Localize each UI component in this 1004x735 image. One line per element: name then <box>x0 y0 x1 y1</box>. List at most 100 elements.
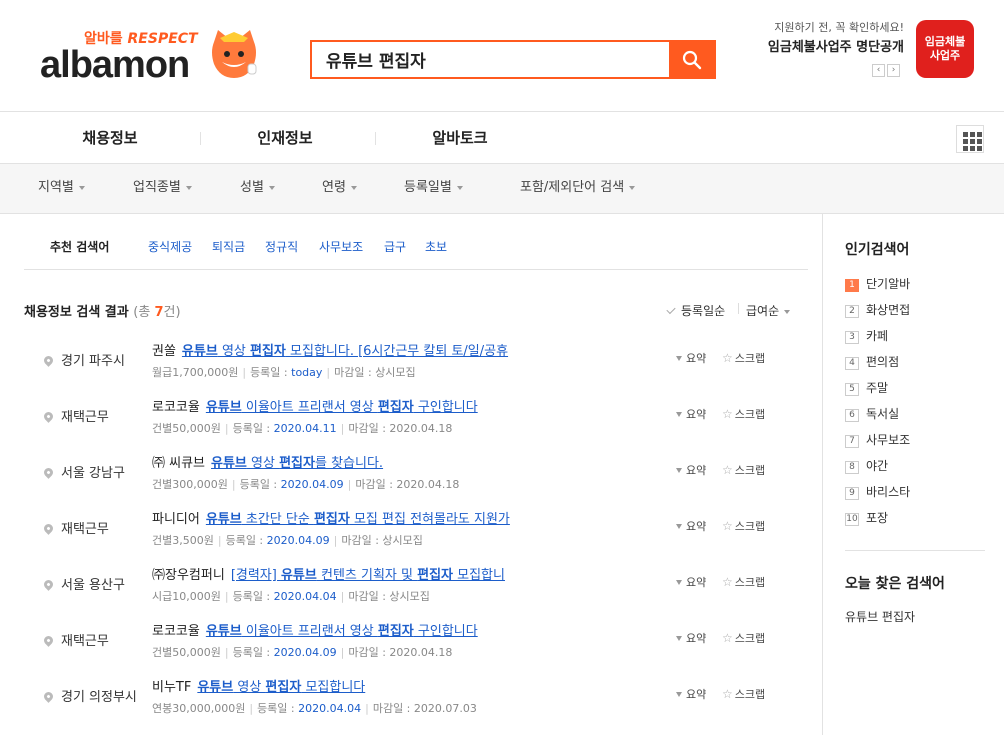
job-location: 서울 용산구 <box>42 574 125 593</box>
job-title-line: 파니디어 유튜브 초간단 단순 편집자 모집 편집 전혀몰라도 지원가 <box>152 508 510 527</box>
sort-by-pay[interactable]: 급여순 <box>746 302 791 319</box>
main-nav: 채용정보 인재정보 알바토크 <box>0 112 1004 164</box>
summary-button[interactable]: 요약 <box>676 686 706 702</box>
search-input[interactable] <box>312 42 669 77</box>
job-location: 경기 파주시 <box>42 350 125 369</box>
recommended-keywords: 추천 검색어 중식제공 퇴직금 정규직 사무보조 급구 초보 <box>24 214 808 270</box>
summary-button[interactable]: 요약 <box>676 574 706 590</box>
job-registered-date: 2020.04.04 <box>298 702 362 715</box>
job-title-link[interactable]: 유튜브 이율아트 프리랜서 영상 편집자 구인합니다 <box>206 400 478 415</box>
company-name[interactable]: 비누TF <box>152 680 191 695</box>
wage-arrears-banner[interactable]: 지원하기 전, 꼭 확인하세요! 임금체불사업주 명단공개 임금체불 사업주 ‹… <box>756 18 984 82</box>
popular-keyword[interactable]: 1 단기알바 <box>845 275 910 292</box>
popular-keyword[interactable]: 10 포장 <box>845 509 888 526</box>
scrap-button[interactable]: ☆ 스크랩 <box>722 686 765 702</box>
banner-prev-button[interactable]: ‹ <box>872 64 885 77</box>
filter-region[interactable]: 지역별 <box>38 164 85 214</box>
banner-headline: 임금체불사업주 명단공개 <box>767 40 904 55</box>
filter-registered-date[interactable]: 등록일별 <box>404 164 463 214</box>
popular-keyword[interactable]: 4 편의점 <box>845 353 899 370</box>
star-icon: ☆ <box>722 687 733 701</box>
popular-keyword[interactable]: 7 사무보조 <box>845 431 910 448</box>
popular-keyword[interactable]: 6 독서실 <box>845 405 899 422</box>
chevron-down-icon <box>456 185 463 190</box>
summary-button[interactable]: 요약 <box>676 518 706 534</box>
company-name[interactable]: 파니디어 <box>152 512 200 527</box>
arrow-down-icon <box>676 356 682 361</box>
recommended-keyword[interactable]: 퇴직금 <box>212 238 245 255</box>
job-title-link[interactable]: [경력자] 유튜브 컨텐츠 기획자 및 편집자 모집합니 <box>231 568 505 583</box>
recommended-keyword[interactable]: 사무보조 <box>319 238 363 255</box>
job-row: 서울 용산구 ㈜장우컴퍼니 [경력자] 유튜브 컨텐츠 기획자 및 편집자 모집합니… <box>24 564 808 620</box>
job-title-link[interactable]: 유튜브 초간단 단순 편집자 모집 편집 전혀몰라도 지원가 <box>206 512 510 527</box>
today-keyword[interactable]: 유튜브 편집자 <box>845 608 915 625</box>
nav-talent[interactable]: 인재정보 <box>225 112 345 164</box>
job-meta: 월급1,700,000원 | 등록일 : today | 마감일 : 상시모집 <box>152 366 416 379</box>
arrow-down-icon <box>676 580 682 585</box>
recommended-keyword[interactable]: 초보 <box>425 238 447 255</box>
summary-button[interactable]: 요약 <box>676 630 706 646</box>
star-icon: ☆ <box>722 519 733 533</box>
job-meta: 시급10,000원 | 등록일 : 2020.04.04 | 마감일 : 상시모집 <box>152 590 430 603</box>
company-name[interactable]: 로코코율 <box>152 624 200 639</box>
nav-jobs[interactable]: 채용정보 <box>50 112 170 164</box>
popular-keyword[interactable]: 3 카페 <box>845 327 888 344</box>
arrow-down-icon <box>676 412 682 417</box>
job-pay: 시급10,000원 <box>152 590 221 603</box>
job-title-link[interactable]: 유튜브 영상 편집자를 찾습니다. <box>211 456 383 471</box>
popular-keyword[interactable]: 5 주말 <box>845 379 888 396</box>
all-menu-button[interactable] <box>956 125 984 153</box>
star-icon: ☆ <box>722 351 733 365</box>
chevron-down-icon <box>350 185 357 190</box>
job-meta: 연봉30,000,000원 | 등록일 : 2020.04.04 | 마감일 : 202… <box>152 702 477 715</box>
popular-keyword[interactable]: 9 바리스타 <box>845 483 910 500</box>
banner-badge: 임금체불 사업주 <box>916 20 974 78</box>
company-name[interactable]: 로코코율 <box>152 400 200 415</box>
job-registered-date: 2020.04.09 <box>280 478 344 491</box>
recommended-keyword[interactable]: 중식제공 <box>148 238 192 255</box>
chevron-down-icon <box>784 309 791 314</box>
scrap-button[interactable]: ☆ 스크랩 <box>722 406 765 422</box>
summary-button[interactable]: 요약 <box>676 462 706 478</box>
popular-keyword[interactable]: 2 화상면접 <box>845 301 910 318</box>
job-title-line: 로코코율 유튜브 이율아트 프리랜서 영상 편집자 구인합니다 <box>152 620 478 639</box>
job-title-line: 권쏠 유튜브 영상 편집자 모집합니다. [6시간근무 칼퇴 토/일/공휴 <box>152 340 508 359</box>
job-row: 재택근무 로코코율 유튜브 이율아트 프리랜서 영상 편집자 구인합니다 건별50,0… <box>24 396 808 452</box>
filter-keyword-include-exclude[interactable]: 포함/제외단어 검색 <box>520 164 636 214</box>
job-title-line: ㈜장우컴퍼니 [경력자] 유튜브 컨텐츠 기획자 및 편집자 모집합니 <box>152 564 505 583</box>
job-deadline: 상시모집 <box>389 590 430 603</box>
scrap-button[interactable]: ☆ 스크랩 <box>722 630 765 646</box>
filter-age[interactable]: 연령 <box>322 164 357 214</box>
recommended-keyword[interactable]: 정규직 <box>265 238 298 255</box>
company-name[interactable]: 권쏠 <box>152 344 176 359</box>
job-registered-date: 2020.04.09 <box>266 534 330 547</box>
popular-keyword[interactable]: 8 야간 <box>845 457 888 474</box>
summary-button[interactable]: 요약 <box>676 406 706 422</box>
job-title-link[interactable]: 유튜브 이율아트 프리랜서 영상 편집자 구인합니다 <box>206 624 478 639</box>
filter-gender[interactable]: 성별 <box>240 164 275 214</box>
scrap-button[interactable]: ☆ 스크랩 <box>722 518 765 534</box>
summary-button[interactable]: 요약 <box>676 350 706 366</box>
rank-badge: 8 <box>845 461 859 474</box>
company-name[interactable]: ㈜장우컴퍼니 <box>152 568 225 583</box>
nav-albatalk[interactable]: 알바토크 <box>400 112 520 164</box>
scrap-button[interactable]: ☆ 스크랩 <box>722 462 765 478</box>
job-title-link[interactable]: 유튜브 영상 편집자 모집합니다. [6시간근무 칼퇴 토/일/공휴 <box>182 344 508 359</box>
job-meta: 건별50,000원 | 등록일 : 2020.04.11 | 마감일 : 2020.04… <box>152 422 453 435</box>
scrap-button[interactable]: ☆ 스크랩 <box>722 350 765 366</box>
search-button[interactable] <box>669 42 714 77</box>
recommended-keyword[interactable]: 급구 <box>384 238 406 255</box>
job-pay: 연봉30,000,000원 <box>152 702 246 715</box>
banner-next-button[interactable]: › <box>887 64 900 77</box>
job-title-link[interactable]: 유튜브 영상 편집자 모집합니다 <box>197 680 365 695</box>
chevron-down-icon <box>78 185 85 190</box>
scrap-button[interactable]: ☆ 스크랩 <box>722 574 765 590</box>
sort-by-registered[interactable]: 등록일순 <box>666 302 725 319</box>
rank-badge: 4 <box>845 357 859 370</box>
job-deadline: 상시모집 <box>375 366 416 379</box>
company-name[interactable]: ㈜ 씨큐브 <box>152 456 205 471</box>
albamon-logo[interactable]: 알바를 RESPECT albamon <box>40 28 270 88</box>
filter-job-category[interactable]: 업직종별 <box>133 164 192 214</box>
recommended-title: 추천 검색어 <box>50 240 110 254</box>
job-deadline: 2020.04.18 <box>389 646 453 659</box>
